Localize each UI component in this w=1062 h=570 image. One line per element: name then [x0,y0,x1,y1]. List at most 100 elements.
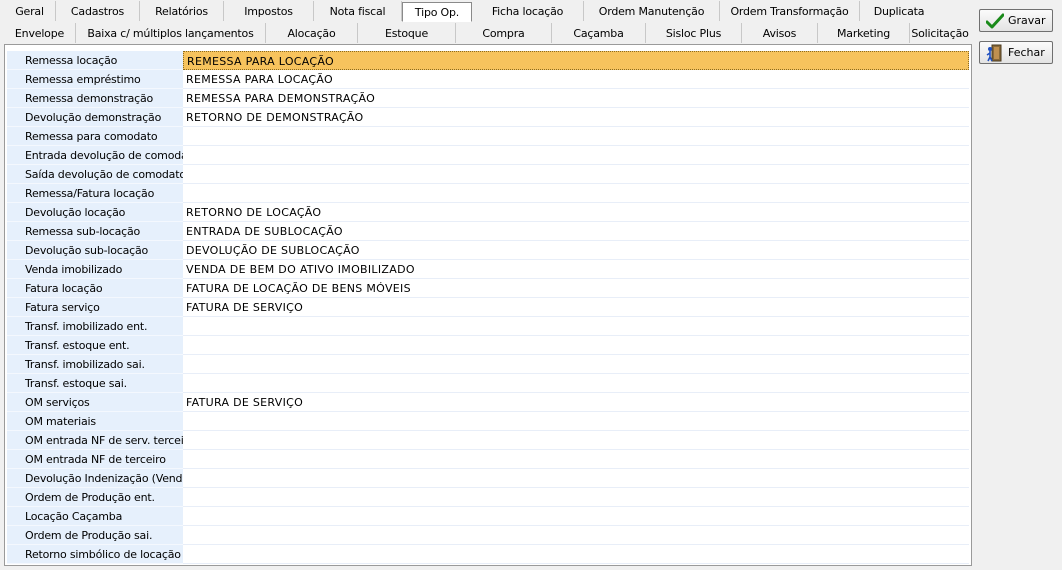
grid-row: Remessa para comodato [7,127,969,146]
tab-geral[interactable]: Geral [4,1,56,21]
grid-row: Remessa locação REMESSA PARA LOCAÇÃO [7,51,969,70]
row-label: Locação Caçamba [7,507,183,526]
row-value-cell[interactable]: ENTRADA DE SUBLOCAÇÃO [183,222,969,241]
tab-baixa-c-multiplos-lancamentos[interactable]: Baixa c/ múltiplos lançamentos [76,23,266,43]
tab-solicitacao[interactable]: Solicitação [910,23,970,43]
checkmark-icon [986,12,1004,30]
row-label: Remessa para comodato [7,127,183,146]
row-value-cell[interactable] [183,412,969,431]
grid-row: Venda imobilizado VENDA DE BEM DO ATIVO I… [7,260,969,279]
row-value-cell[interactable] [183,374,969,393]
fechar-button[interactable]: Fechar [979,41,1053,64]
tab-duplicata[interactable]: Duplicata [860,1,938,21]
row-value-cell[interactable] [183,469,969,488]
row-label: Venda imobilizado [7,260,183,279]
tab-ordem-transformacao[interactable]: Ordem Transformação [720,1,860,21]
tab-relatorios[interactable]: Relatórios [140,1,224,21]
grid-row: Saída devolução de comodato [7,165,969,184]
row-label: Remessa sub-locação [7,222,183,241]
tab-alocacao[interactable]: Alocação [266,23,358,43]
row-value-cell[interactable]: REMESSA PARA DEMONSTRAÇÃO [183,89,969,108]
row-label: Transf. estoque sai. [7,374,183,393]
gravar-label: Gravar [1008,14,1046,27]
row-label: Retorno simbólico de locação [7,545,183,564]
tab-ficha-locacao[interactable]: Ficha locação [472,1,584,21]
grid-row: Remessa sub-locação ENTRADA DE SUBLOCAÇÃO [7,222,969,241]
row-value-cell[interactable] [183,355,969,374]
row-label: Entrada devolução de comodato [7,146,183,165]
row-value-cell[interactable]: RETORNO DE LOCAÇÃO [183,203,969,222]
tab-tipo-op[interactable]: Tipo Op. [402,2,472,22]
grid-row: Transf. estoque sai. [7,374,969,393]
tipo-op-panel: Remessa locação REMESSA PARA LOCAÇÃO Remes… [4,44,972,566]
row-label: Ordem de Produção ent. [7,488,183,507]
row-label: Devolução sub-locação [7,241,183,260]
operation-type-grid: Remessa locação REMESSA PARA LOCAÇÃO Remes… [7,51,969,564]
grid-row: OM materiais [7,412,969,431]
row-value-cell[interactable] [183,127,969,146]
row-value-cell[interactable] [183,488,969,507]
row-label: Devolução locação [7,203,183,222]
row-value-cell[interactable]: FATURA DE LOCAÇÃO DE BENS MÓVEIS [183,279,969,298]
tab-estoque[interactable]: Estoque [358,23,456,43]
row-value-cell[interactable]: REMESSA PARA LOCAÇÃO [183,51,969,70]
tab-row-1: Geral Cadastros Relatórios Impostos Nota fis… [4,0,970,22]
tab-cacamba[interactable]: Caçamba [552,23,646,43]
row-label: Remessa/Fatura locação [7,184,183,203]
row-value-cell[interactable]: REMESSA PARA LOCAÇÃO [183,70,969,89]
row-value-cell[interactable] [183,545,969,564]
row-label: OM materiais [7,412,183,431]
grid-row: Entrada devolução de comodato [7,146,969,165]
row-label: Devolução Indenização (Venda L [7,469,183,488]
tab-nota-fiscal[interactable]: Nota fiscal [314,1,402,21]
row-value-cell[interactable] [183,165,969,184]
grid-row: Transf. estoque ent. [7,336,969,355]
row-value-cell[interactable]: FATURA DE SERVIÇO [183,298,969,317]
row-value-cell[interactable] [183,146,969,165]
exit-door-icon [986,44,1004,62]
row-label: Remessa locação [7,51,183,70]
row-label: Transf. imobilizado ent. [7,317,183,336]
row-label: OM entrada NF de terceiro [7,450,183,469]
tab-sisloc-plus[interactable]: Sisloc Plus [646,23,742,43]
grid-row: Ordem de Produção ent. [7,488,969,507]
row-label: OM entrada NF de serv. terceiro [7,431,183,450]
grid-row: Remessa/Fatura locação [7,184,969,203]
grid-row: Devolução Indenização (Venda L [7,469,969,488]
row-value-cell[interactable] [183,317,969,336]
row-value-cell[interactable] [183,431,969,450]
fechar-label: Fechar [1008,46,1045,59]
tab-ordem-manutencao[interactable]: Ordem Manutenção [584,1,720,21]
grid-row: Devolução locação RETORNO DE LOCAÇÃO [7,203,969,222]
row-value-cell[interactable]: FATURA DE SERVIÇO [183,393,969,412]
row-value-cell[interactable]: RETORNO DE DEMONSTRAÇÃO [183,108,969,127]
row-label: Saída devolução de comodato [7,165,183,184]
row-value-cell[interactable] [183,526,969,545]
grid-row: Remessa demonstração REMESSA PARA DEMONST… [7,89,969,108]
grid-row: Ordem de Produção sai. [7,526,969,545]
row-value-cell[interactable]: DEVOLUÇÃO DE SUBLOCAÇÃO [183,241,969,260]
grid-row: OM entrada NF de terceiro [7,450,969,469]
tab-row-2: Envelope Baixa c/ múltiplos lançamentos Al… [4,22,970,44]
row-label: Devolução demonstração [7,108,183,127]
tab-cadastros[interactable]: Cadastros [56,1,140,21]
tab-avisos[interactable]: Avisos [742,23,818,43]
row-value-cell[interactable] [183,507,969,526]
row-label: Remessa empréstimo [7,70,183,89]
row-label: Remessa demonstração [7,89,183,108]
tab-compra[interactable]: Compra [456,23,552,43]
row-value-cell[interactable] [183,184,969,203]
row-value-cell[interactable]: VENDA DE BEM DO ATIVO IMOBILIZADO [183,260,969,279]
row-label: Transf. imobilizado sai. [7,355,183,374]
grid-row: Remessa empréstimo REMESSA PARA LOCAÇÃO [7,70,969,89]
row-label: Transf. estoque ent. [7,336,183,355]
grid-row: Devolução sub-locação DEVOLUÇÃO DE SUBLOC… [7,241,969,260]
row-value-cell[interactable] [183,450,969,469]
tab-impostos[interactable]: Impostos [224,1,314,21]
row-value-cell[interactable] [183,336,969,355]
grid-row: Retorno simbólico de locação [7,545,969,564]
gravar-button[interactable]: Gravar [979,9,1053,32]
tab-envelope[interactable]: Envelope [4,23,76,43]
tab-marketing[interactable]: Marketing [818,23,910,43]
row-label: Fatura serviço [7,298,183,317]
